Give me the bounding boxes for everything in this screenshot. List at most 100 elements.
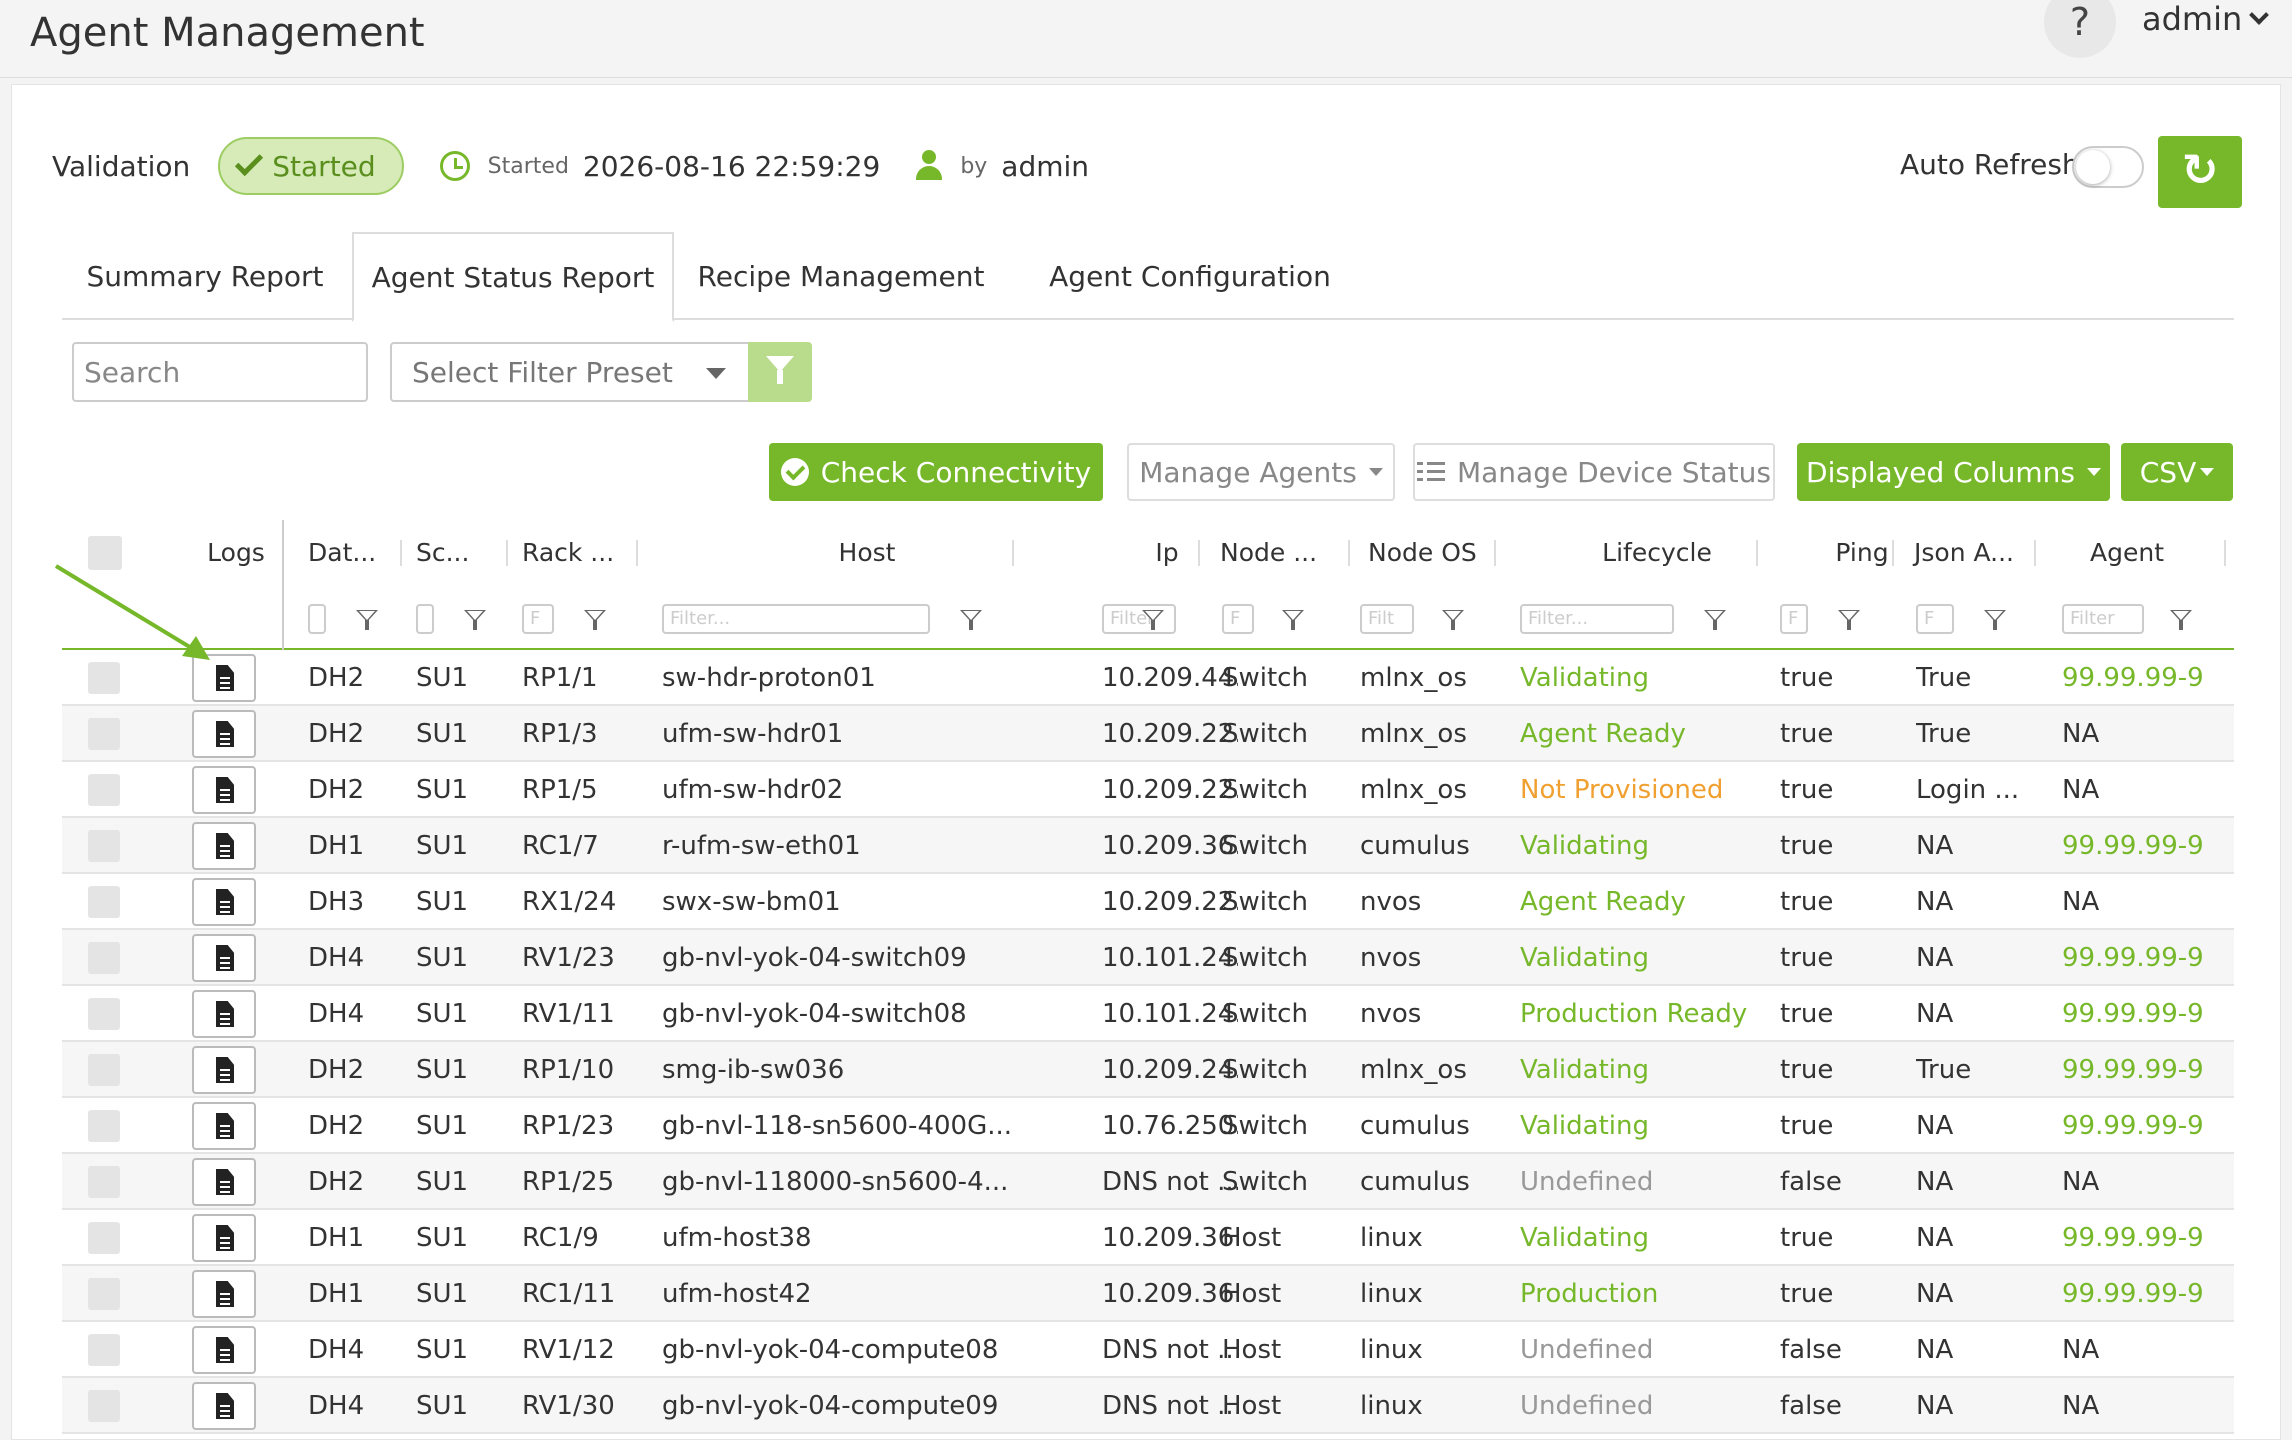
- column-separator[interactable]: [1012, 540, 1014, 566]
- funnel-icon[interactable]: [1282, 610, 1304, 630]
- funnel-icon[interactable]: [464, 610, 486, 630]
- filter-input-agent[interactable]: Filter: [2062, 604, 2144, 634]
- col-scalable-unit[interactable]: Sc...: [416, 520, 506, 584]
- table-row[interactable]: DH4 SU1 RV1/23 gb-nvl-yok-04-switch09 10.101…: [62, 930, 2234, 986]
- row-checkbox[interactable]: [88, 1222, 120, 1254]
- tab-recipe-management[interactable]: Recipe Management: [676, 232, 1006, 320]
- displayed-columns-button[interactable]: Displayed Columns: [1797, 443, 2110, 501]
- table-row[interactable]: DH1 SU1 RC1/7 r-ufm-sw-eth01 10.209.36...Swi…: [62, 818, 2234, 874]
- tab-agent-status-report[interactable]: Agent Status Report: [352, 232, 674, 322]
- search-input[interactable]: [72, 342, 368, 402]
- funnel-icon[interactable]: [584, 610, 606, 630]
- column-separator[interactable]: [1198, 540, 1200, 566]
- logs-button[interactable]: [192, 1158, 256, 1206]
- column-separator[interactable]: [1348, 540, 1350, 566]
- row-checkbox[interactable]: [88, 1334, 120, 1366]
- filter-preset-select[interactable]: Select Filter Preset: [390, 342, 750, 402]
- logs-button[interactable]: [192, 1270, 256, 1318]
- column-separator[interactable]: [400, 540, 402, 566]
- funnel-icon[interactable]: [1838, 610, 1860, 630]
- row-checkbox[interactable]: [88, 774, 120, 806]
- logs-button[interactable]: [192, 1214, 256, 1262]
- funnel-icon[interactable]: [1442, 610, 1464, 630]
- row-checkbox[interactable]: [88, 998, 120, 1030]
- refresh-button[interactable]: ↻: [2158, 136, 2242, 208]
- row-checkbox[interactable]: [88, 1278, 120, 1310]
- filter-input-node-type[interactable]: F: [1222, 604, 1254, 634]
- row-checkbox[interactable]: [88, 1166, 120, 1198]
- table-row[interactable]: DH1 SU1 RC1/9 ufm-host38 10.209.36...Host lin…: [62, 1210, 2234, 1266]
- table-row[interactable]: DH3 SU1 RX1/24 swx-sw-bm01 10.209.22...Switc…: [62, 874, 2234, 930]
- col-node-type[interactable]: Node ...: [1220, 520, 1350, 584]
- column-separator[interactable]: [2034, 540, 2036, 566]
- table-row[interactable]: DH4 SU1 RV1/11 gb-nvl-yok-04-switch08 10.101…: [62, 986, 2234, 1042]
- tab-summary-report[interactable]: Summary Report: [62, 232, 348, 320]
- tab-agent-configuration[interactable]: Agent Configuration: [1012, 232, 1368, 320]
- row-checkbox[interactable]: [88, 1054, 120, 1086]
- row-checkbox[interactable]: [88, 1390, 120, 1422]
- add-filter-preset-button[interactable]: [748, 342, 812, 402]
- col-ping[interactable]: Ping: [1802, 520, 1922, 584]
- filter-input-rack[interactable]: F: [522, 604, 554, 634]
- col-node-os[interactable]: Node OS: [1368, 520, 1508, 584]
- table-row[interactable]: DH2 SU1 RP1/5 ufm-sw-hdr02 10.209.22...Switc…: [62, 762, 2234, 818]
- funnel-icon[interactable]: [1984, 610, 2006, 630]
- user-menu[interactable]: admin: [2142, 0, 2270, 38]
- funnel-icon[interactable]: [960, 610, 982, 630]
- column-separator[interactable]: [1494, 540, 1496, 566]
- table-row[interactable]: DH4 SU1 RV1/12 gb-nvl-yok-04-compute08 DNS n…: [62, 1322, 2234, 1378]
- logs-button[interactable]: [192, 878, 256, 926]
- funnel-icon[interactable]: [1704, 610, 1726, 630]
- row-checkbox[interactable]: [88, 830, 120, 862]
- funnel-icon[interactable]: [356, 610, 378, 630]
- row-checkbox[interactable]: [88, 662, 120, 694]
- col-lifecycle[interactable]: Lifecycle: [1522, 520, 1792, 584]
- logs-button[interactable]: [192, 1046, 256, 1094]
- col-host[interactable]: Host: [662, 520, 1072, 584]
- filter-input-scalable-unit[interactable]: [416, 604, 434, 634]
- table-row[interactable]: DH2 SU1 RP1/25 gb-nvl-118000-sn5600-4... DNS…: [62, 1154, 2234, 1210]
- funnel-icon[interactable]: [2170, 610, 2192, 630]
- row-checkbox[interactable]: [88, 886, 120, 918]
- manage-device-status-button[interactable]: Manage Device Status: [1413, 443, 1775, 501]
- logs-button[interactable]: [192, 654, 256, 702]
- column-separator[interactable]: [2224, 540, 2226, 566]
- filter-input-ip[interactable]: Filter: [1102, 604, 1176, 634]
- logs-button[interactable]: [192, 766, 256, 814]
- col-logs[interactable]: Logs: [186, 520, 286, 584]
- row-checkbox[interactable]: [88, 1110, 120, 1142]
- row-checkbox[interactable]: [88, 718, 120, 750]
- table-row[interactable]: DH2 SU1 RP1/3 ufm-sw-hdr01 10.209.22...Switc…: [62, 706, 2234, 762]
- logs-button[interactable]: [192, 1102, 256, 1150]
- table-row[interactable]: DH4 SU1 RV1/30 gb-nvl-yok-04-compute09 DNS n…: [62, 1378, 2234, 1434]
- logs-button[interactable]: [192, 822, 256, 870]
- col-data-hall[interactable]: Dat...: [308, 520, 398, 584]
- filter-input-lifecycle[interactable]: Filter...: [1520, 604, 1674, 634]
- col-rack[interactable]: Rack ...: [522, 520, 642, 584]
- manage-agents-button[interactable]: Manage Agents: [1127, 443, 1395, 501]
- table-row[interactable]: DH2 SU1 RP1/23 gb-nvl-118-sn5600-400G... 10.…: [62, 1098, 2234, 1154]
- column-separator[interactable]: [506, 540, 508, 566]
- help-button[interactable]: ?: [2044, 0, 2116, 58]
- logs-button[interactable]: [192, 1326, 256, 1374]
- csv-button[interactable]: CSV: [2121, 443, 2233, 501]
- filter-input-node-os[interactable]: Filt: [1360, 604, 1414, 634]
- select-all-checkbox[interactable]: [88, 536, 122, 570]
- funnel-icon[interactable]: [1142, 610, 1164, 630]
- table-row[interactable]: DH2 SU1 RP1/10 smg-ib-sw036 10.209.24...Swit…: [62, 1042, 2234, 1098]
- filter-input-ping[interactable]: F: [1780, 604, 1808, 634]
- filter-input-host[interactable]: Filter...: [662, 604, 930, 634]
- logs-button[interactable]: [192, 710, 256, 758]
- col-agent[interactable]: Agent: [2052, 520, 2202, 584]
- logs-button[interactable]: [192, 990, 256, 1038]
- col-json-agent[interactable]: Json A...: [1914, 520, 2044, 584]
- column-separator[interactable]: [1756, 540, 1758, 566]
- logs-button[interactable]: [192, 934, 256, 982]
- table-row[interactable]: DH2 SU1 RP1/1 sw-hdr-proton01 10.209.44...Sw…: [62, 650, 2234, 706]
- check-connectivity-button[interactable]: Check Connectivity: [769, 443, 1103, 501]
- logs-button[interactable]: [192, 1382, 256, 1430]
- table-row[interactable]: DH1 SU1 RC1/11 ufm-host42 10.209.36...Host li…: [62, 1266, 2234, 1322]
- filter-input-json-agent[interactable]: F: [1916, 604, 1954, 634]
- column-separator[interactable]: [1892, 540, 1894, 566]
- row-checkbox[interactable]: [88, 942, 120, 974]
